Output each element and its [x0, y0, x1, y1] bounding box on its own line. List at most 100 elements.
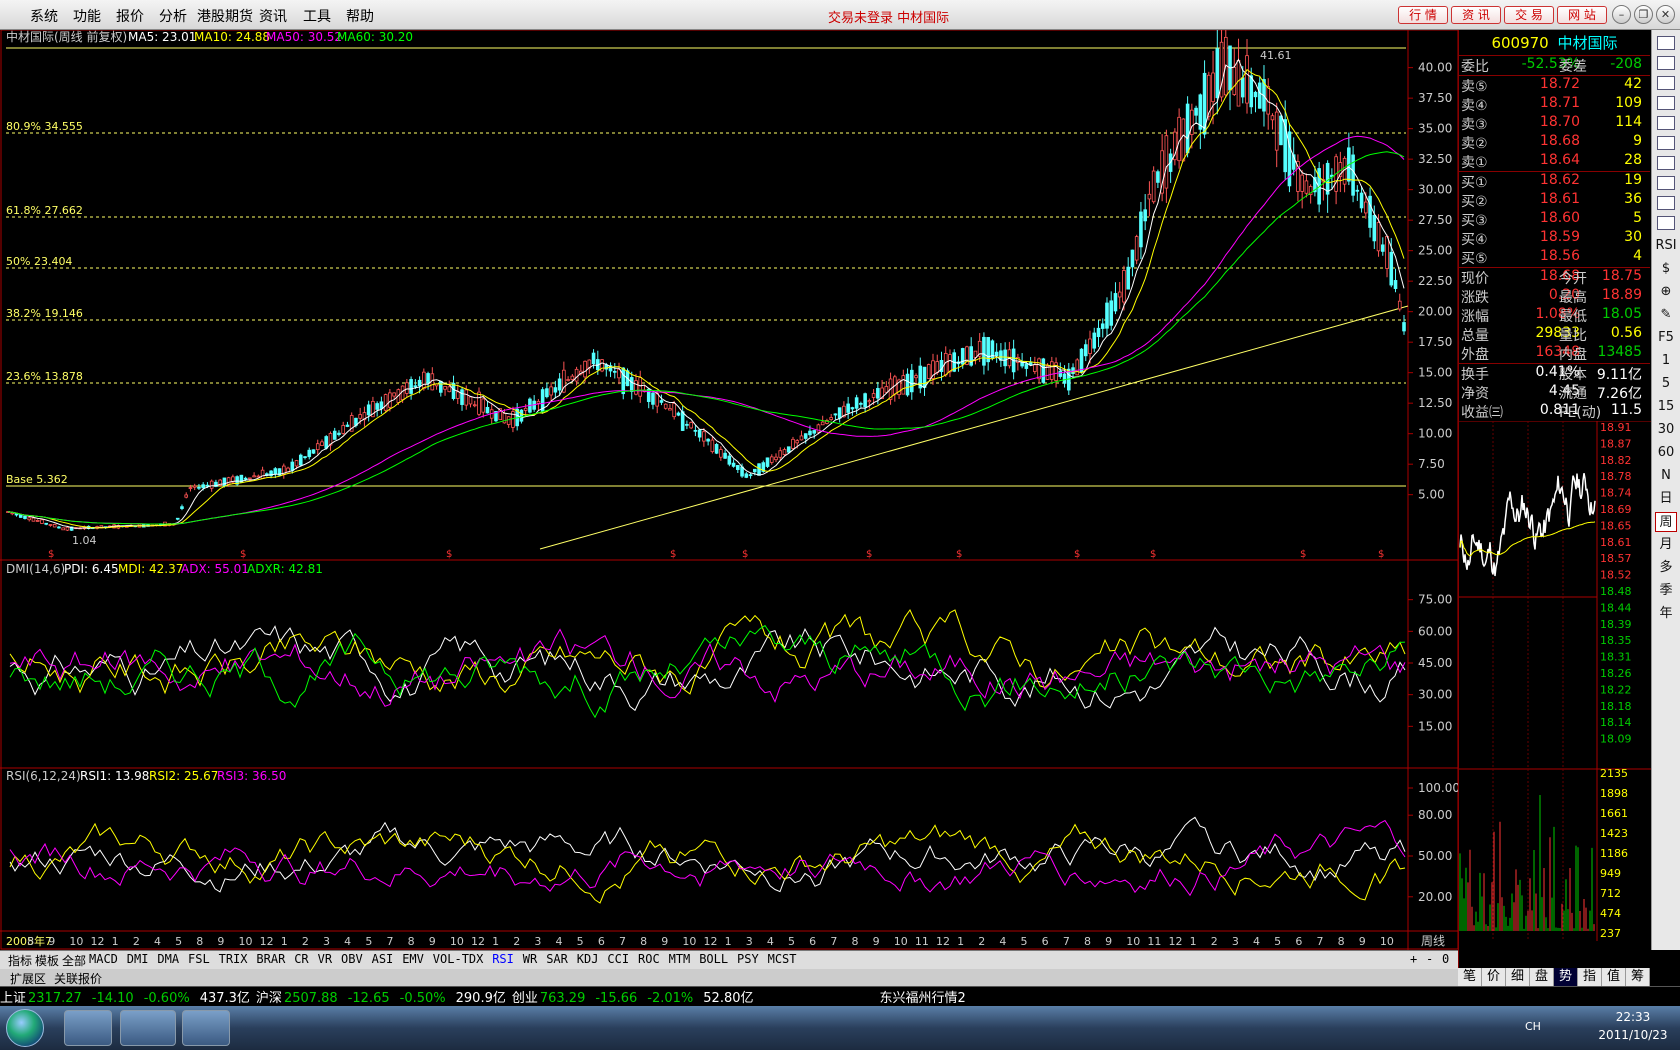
browser-taskbar-icon[interactable]: [182, 1010, 230, 1046]
sidebar-button[interactable]: 年: [1655, 604, 1677, 624]
sidebar-button[interactable]: 周: [1655, 512, 1677, 532]
quote-tab[interactable]: 势: [1554, 968, 1578, 986]
sidebar-button[interactable]: $: [1655, 259, 1677, 279]
list-icon[interactable]: [1657, 56, 1675, 70]
indicator-tab[interactable]: 模板: [35, 952, 59, 969]
indicator-tab[interactable]: SAR: [546, 952, 568, 966]
quick-button-quote[interactable]: 行 情: [1398, 6, 1448, 24]
chart-area[interactable]: 中材国际(周线 前复权) MA5: 23.01 MA10: 24.88 MA50…: [0, 30, 1458, 950]
indicator-tab[interactable]: VR: [318, 952, 332, 966]
indicator-tab[interactable]: MCST: [768, 952, 797, 966]
indicator-tab[interactable]: 全部: [62, 952, 86, 969]
bid-row[interactable]: 买④ 18.59 30: [1459, 229, 1650, 248]
indicator-tab[interactable]: MTM: [669, 952, 691, 966]
quick-button-website[interactable]: 网 站: [1557, 6, 1607, 24]
quote-tab[interactable]: 指: [1578, 968, 1602, 986]
menu-help[interactable]: 帮助: [346, 6, 374, 26]
menu-function[interactable]: 功能: [73, 6, 101, 26]
indicator-tab[interactable]: RSI: [492, 952, 514, 966]
quick-button-trade[interactable]: 交 易: [1504, 6, 1554, 24]
close-icon[interactable]: ✕: [1656, 5, 1675, 24]
bars-icon[interactable]: [1657, 96, 1675, 110]
menu-analysis[interactable]: 分析: [159, 6, 187, 26]
minimize-icon[interactable]: –: [1612, 5, 1631, 24]
menu-tools[interactable]: 工具: [303, 6, 331, 26]
index-item[interactable]: 上证 2317.27 -14.10 -0.60% 437.3亿: [0, 987, 250, 1006]
tab-extension[interactable]: 扩展区: [10, 970, 46, 987]
indicator-tab[interactable]: CCI: [607, 952, 629, 966]
menu-hk-futures[interactable]: 港股期货: [197, 6, 253, 26]
indicator-tab[interactable]: BRAR: [256, 952, 285, 966]
panel-control-button[interactable]: 0: [1442, 952, 1449, 966]
explorer-taskbar-icon[interactable]: [64, 1010, 112, 1046]
indicator-tab[interactable]: FSL: [188, 952, 210, 966]
f1-icon[interactable]: [1657, 156, 1675, 170]
quote-tab[interactable]: 价: [1482, 968, 1506, 986]
ask-row[interactable]: 卖② 18.68 9: [1459, 133, 1650, 152]
indicator-tab[interactable]: KDJ: [577, 952, 599, 966]
quick-button-news[interactable]: 资 讯: [1451, 6, 1501, 24]
indicator-tab[interactable]: DMA: [157, 952, 179, 966]
quote-tab[interactable]: 筹: [1626, 968, 1650, 986]
sidebar-button[interactable]: N: [1655, 466, 1677, 486]
search-icon[interactable]: [1657, 216, 1675, 230]
fn-icon[interactable]: [1657, 196, 1675, 210]
indicator-tab[interactable]: MACD: [89, 952, 118, 966]
sidebar-button[interactable]: 5: [1655, 374, 1677, 394]
indicator-tab[interactable]: DMI: [127, 952, 149, 966]
input-language[interactable]: CH: [1525, 1020, 1541, 1033]
sidebar-button[interactable]: 60: [1655, 443, 1677, 463]
indicator-tab[interactable]: OBV: [341, 952, 363, 966]
indicator-tab[interactable]: EMV: [402, 952, 424, 966]
quote-tab[interactable]: 细: [1506, 968, 1530, 986]
ask-row[interactable]: 卖① 18.64 28: [1459, 152, 1650, 171]
menu-quote[interactable]: 报价: [116, 6, 144, 26]
quote-tab[interactable]: 值: [1602, 968, 1626, 986]
menu-system[interactable]: 系统: [30, 6, 58, 26]
ask-row[interactable]: 卖③ 18.70 114: [1459, 114, 1650, 133]
sidebar-button[interactable]: RSI: [1655, 236, 1677, 256]
indicator-tab[interactable]: ROC: [638, 952, 660, 966]
indicator-tab[interactable]: 指标: [8, 952, 32, 969]
restore-icon[interactable]: ❐: [1634, 5, 1653, 24]
sidebar-button[interactable]: ⊕: [1655, 282, 1677, 302]
indicator-tab[interactable]: PSY: [737, 952, 759, 966]
sidebar-button[interactable]: ✎: [1655, 305, 1677, 325]
f10-icon[interactable]: [1657, 136, 1675, 150]
sidebar-button[interactable]: 日: [1655, 489, 1677, 509]
index-item[interactable]: 创业 763.29 -15.66 -2.01% 52.80亿: [512, 987, 754, 1006]
panel-control-button[interactable]: -: [1426, 952, 1433, 966]
bid-row[interactable]: 买⑤ 18.56 4: [1459, 248, 1650, 267]
market-source[interactable]: 东兴福州行情2: [880, 987, 966, 1006]
sidebar-button[interactable]: F5: [1655, 328, 1677, 348]
intraday-chart[interactable]: 18.91 18.87 18.82 18.78 18.74 18.69 18.65 18.61…: [1459, 420, 1651, 941]
sidebar-button[interactable]: 15: [1655, 397, 1677, 417]
sidebar-button[interactable]: 30: [1655, 420, 1677, 440]
sidebar-button[interactable]: 月: [1655, 535, 1677, 555]
quote-tab[interactable]: 盘: [1530, 968, 1554, 986]
indicator-tab[interactable]: CR: [294, 952, 308, 966]
app-taskbar-icon[interactable]: [120, 1010, 176, 1046]
f2-icon[interactable]: [1657, 176, 1675, 190]
quote-tab[interactable]: 笔: [1458, 968, 1482, 986]
panel-control-button[interactable]: +: [1410, 952, 1417, 966]
indicator-tab[interactable]: BOLL: [699, 952, 728, 966]
sidebar-button[interactable]: 多: [1655, 558, 1677, 578]
doc-icon[interactable]: [1657, 116, 1675, 130]
ask-row[interactable]: 卖⑤ 18.72 42: [1459, 76, 1650, 95]
chart-icon[interactable]: [1657, 76, 1675, 90]
indicator-tab[interactable]: VOL-TDX: [433, 952, 484, 966]
index-item[interactable]: 沪深 2507.88 -12.65 -0.50% 290.9亿: [256, 987, 506, 1006]
indicator-tab[interactable]: WR: [523, 952, 537, 966]
sidebar-button[interactable]: 季: [1655, 581, 1677, 601]
menu-news[interactable]: 资讯: [259, 6, 287, 26]
bid-row[interactable]: 买③ 18.60 5: [1459, 210, 1650, 229]
tab-related-quote[interactable]: 关联报价: [54, 970, 102, 987]
sidebar-button[interactable]: 1: [1655, 351, 1677, 371]
ask-row[interactable]: 卖④ 18.71 109: [1459, 95, 1650, 114]
grid-icon[interactable]: [1657, 36, 1675, 50]
indicator-tab[interactable]: TRIX: [219, 952, 248, 966]
bid-row[interactable]: 买① 18.62 19: [1459, 172, 1650, 191]
bid-row[interactable]: 买② 18.61 36: [1459, 191, 1650, 210]
indicator-tab[interactable]: ASI: [372, 952, 394, 966]
